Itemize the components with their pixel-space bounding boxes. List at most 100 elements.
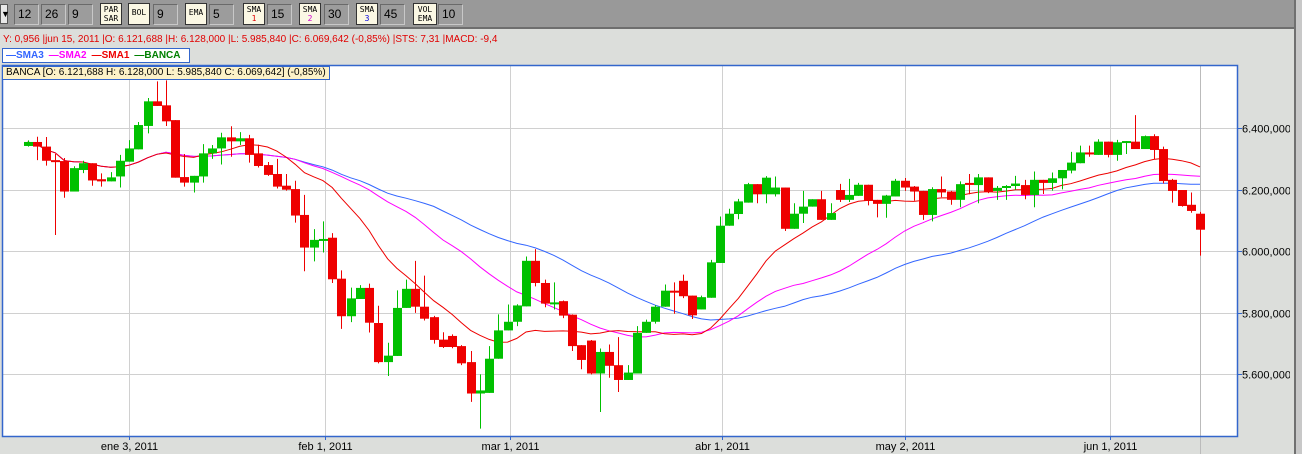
candle-body (836, 190, 845, 200)
x-tick-label: may 2, 2011 (876, 441, 936, 453)
candle-body (134, 125, 143, 150)
candle-body (337, 278, 346, 317)
x-tick-label: feb 1, 2011 (298, 441, 352, 453)
candle-body (753, 184, 762, 195)
candle (457, 345, 466, 366)
x-tick-label: abr 1, 2011 (695, 441, 750, 453)
candle-body (33, 141, 42, 147)
candle-body (1187, 204, 1196, 211)
candle-body (771, 187, 780, 195)
candle-body (107, 177, 116, 182)
candle-body (153, 101, 162, 106)
candle-body (559, 301, 568, 316)
candle (568, 314, 577, 352)
candle-body (319, 238, 328, 241)
candle-body (1067, 162, 1076, 171)
candle (134, 121, 143, 150)
candle-body (393, 307, 402, 356)
candle-body (531, 260, 540, 283)
candle-body (1076, 152, 1085, 164)
candle (328, 233, 337, 283)
candle-body (928, 189, 937, 215)
candle-body (596, 351, 605, 374)
candle-body (374, 323, 383, 363)
window-edge-scrollbar[interactable] (1294, 0, 1302, 454)
candle-body (236, 138, 245, 142)
candle-body (679, 280, 688, 297)
candle-body (1011, 183, 1020, 186)
candle-body (411, 288, 420, 307)
candle-body (347, 298, 356, 317)
candle (1141, 135, 1150, 150)
candle-body (162, 105, 171, 122)
candle-body (485, 358, 494, 393)
candle (430, 315, 439, 344)
candle-body (70, 168, 79, 192)
candle-body (910, 186, 919, 192)
candle (854, 182, 863, 196)
candle-body (494, 330, 503, 359)
candle (70, 166, 79, 192)
candle-body (513, 305, 522, 322)
legend-sma1: —SMA1 (91, 50, 130, 61)
candle-body (60, 161, 69, 192)
candle-body (614, 365, 623, 380)
candle (697, 295, 706, 310)
candle-body (273, 173, 282, 187)
candle-body (716, 225, 725, 263)
candle-body (457, 346, 466, 364)
candle-body (1002, 185, 1011, 188)
candle-body (42, 146, 51, 161)
candle (1159, 146, 1168, 184)
candle-body (227, 137, 236, 142)
candle-body (1039, 179, 1048, 183)
candle-body (661, 290, 670, 307)
y-tick-label: 5.600,000 (1242, 370, 1290, 382)
candle-body (781, 187, 790, 229)
candle (744, 182, 753, 203)
candle-body (651, 306, 660, 322)
legend-banca: —BANCA (134, 50, 181, 61)
candle-body (291, 189, 300, 216)
candle-body (568, 314, 577, 347)
candle-body (550, 302, 559, 305)
candle-body (125, 148, 134, 162)
y-tick-label: 6.000,000 (1242, 247, 1290, 259)
candle-body (882, 195, 891, 204)
candle-body (1196, 213, 1205, 230)
candle (171, 120, 180, 178)
candle-body (254, 153, 263, 166)
candle-body (300, 214, 309, 248)
candle-body (245, 138, 254, 155)
candle (891, 178, 900, 197)
legend-sma3: —SMA3 (6, 50, 44, 61)
candle-body (282, 185, 291, 190)
candle-body (919, 190, 928, 215)
candle-body (808, 199, 817, 207)
candle-body (670, 290, 679, 293)
candle-body (430, 317, 439, 340)
candle-body (744, 184, 753, 203)
candle-body (180, 177, 189, 183)
candle-body (171, 120, 180, 178)
ohlc-tooltip: BANCA [O: 6.121,688 H: 6.128,000 L: 5.98… (2, 66, 330, 80)
y-tick-label: 5.800,000 (1242, 309, 1290, 321)
candle (707, 259, 716, 298)
candle-body (587, 340, 596, 374)
candle-body (504, 321, 513, 331)
candle-body (891, 180, 900, 197)
candle-body (1048, 178, 1057, 183)
candle-body (88, 163, 97, 181)
candle-body (1131, 141, 1140, 150)
candle-body (697, 297, 706, 310)
candle-body (448, 335, 457, 348)
candle-body (1058, 169, 1067, 179)
x-tick-label: mar 1, 2011 (482, 441, 540, 453)
candle-body (1122, 141, 1131, 144)
candle-body (97, 179, 106, 182)
candle-body (827, 213, 836, 220)
candle-body (937, 189, 946, 193)
x-tick-label: ene 3, 2011 (101, 441, 158, 453)
candle-body (420, 306, 429, 319)
candle-body (799, 206, 808, 214)
